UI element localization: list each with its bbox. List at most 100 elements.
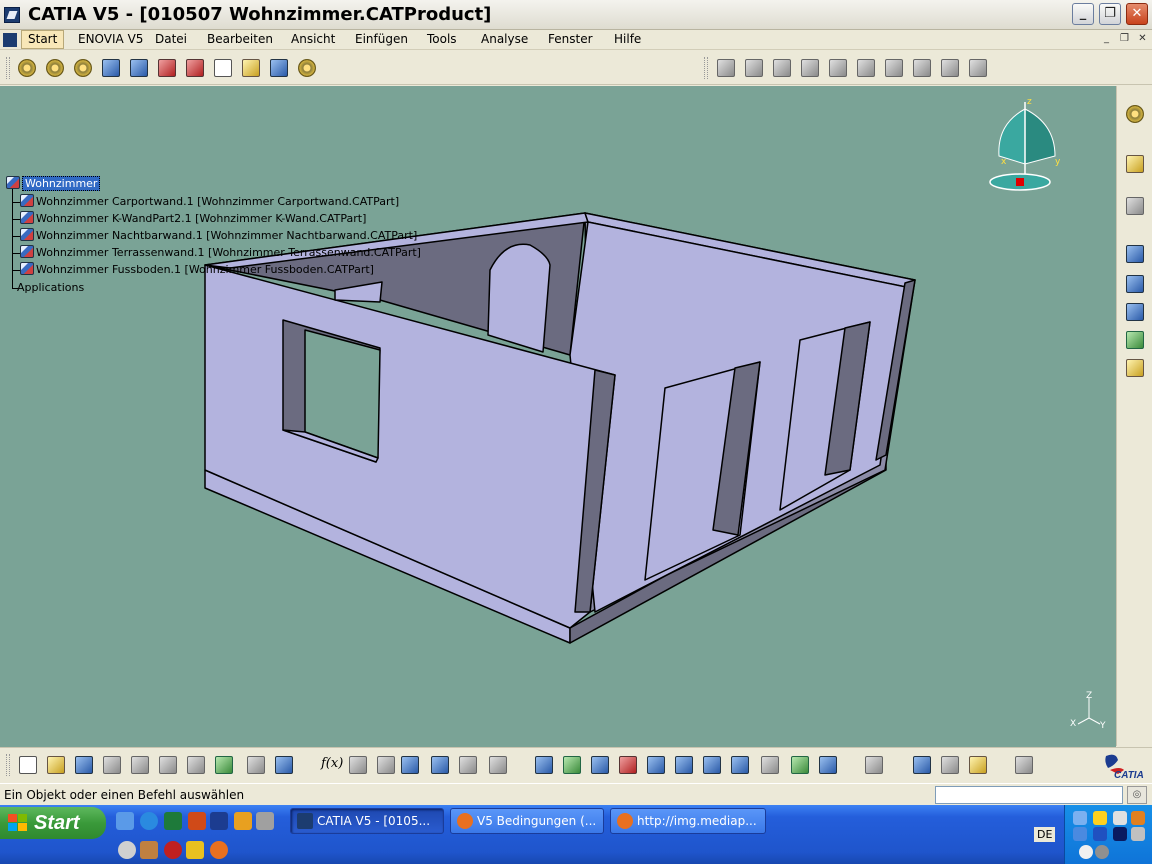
print-icon[interactable] [100, 753, 124, 777]
cut-icon[interactable] [128, 753, 152, 777]
menu-tools[interactable]: Tools [427, 32, 457, 46]
menu-analyse[interactable]: Analyse [481, 32, 528, 46]
selective-load-icon[interactable] [239, 56, 263, 80]
language-indicator[interactable]: DE [1034, 827, 1056, 842]
document-icon[interactable] [3, 33, 17, 47]
undo-icon[interactable] [212, 753, 236, 777]
mdi-close-button[interactable]: ✕ [1136, 33, 1149, 46]
tree-root-label[interactable]: Wohnzimmer [22, 176, 101, 191]
taskbar-catia[interactable]: CATIA V5 - [0105... [290, 808, 444, 834]
snap-icon[interactable] [742, 56, 766, 80]
catalog-browser-icon[interactable] [1123, 242, 1147, 266]
select-arrow-icon[interactable] [1123, 152, 1147, 176]
measure-between-icon[interactable] [1123, 272, 1147, 296]
save-icon[interactable] [72, 753, 96, 777]
menu-start[interactable]: Start [21, 30, 65, 49]
update-icon[interactable] [938, 56, 962, 80]
angle-constraint-icon[interactable] [910, 56, 934, 80]
update-tray-icon[interactable] [1131, 827, 1145, 841]
replace-component-icon[interactable] [155, 56, 179, 80]
tree-item-nachtbarwand[interactable]: Wohnzimmer Nachtbarwand.1 [Wohnzimmer Na… [20, 228, 417, 244]
swap-visible-space-icon[interactable] [816, 753, 840, 777]
tree-root[interactable]: Wohnzimmer [6, 176, 101, 192]
copy-icon[interactable] [156, 753, 180, 777]
comment-icon[interactable] [346, 753, 370, 777]
generate-numbering-icon[interactable] [211, 56, 235, 80]
contact-constraint-icon[interactable] [854, 56, 878, 80]
lock-icon[interactable] [456, 753, 480, 777]
coincidence-constraint-icon[interactable] [826, 56, 850, 80]
tree-item-k-wand[interactable]: Wohnzimmer K-WandPart2.1 [Wohnzimmer K-W… [20, 211, 366, 227]
alert-tray-icon[interactable] [1131, 811, 1145, 825]
3d-model-view[interactable] [0, 86, 1116, 747]
3d-viewport[interactable]: Wohnzimmer Wohnzimmer Carportwand.1 [Woh… [0, 86, 1116, 747]
toolbar-grip[interactable] [704, 57, 708, 79]
new-product-icon[interactable] [71, 56, 95, 80]
table-icon[interactable] [398, 753, 422, 777]
formula-icon[interactable]: f(x) [318, 753, 343, 777]
hide-show-icon[interactable] [788, 753, 812, 777]
app-quicklaunch-icon[interactable] [140, 841, 158, 859]
mdi-restore-button[interactable]: ❐ [1118, 33, 1131, 46]
powerpoint-icon[interactable] [188, 812, 206, 830]
view-mode-icon[interactable] [758, 753, 782, 777]
pan-icon[interactable] [588, 753, 612, 777]
inertia-icon[interactable] [966, 753, 990, 777]
manage-representations-icon[interactable] [267, 56, 291, 80]
offset-constraint-icon[interactable] [882, 56, 906, 80]
measure-item-icon[interactable] [1123, 300, 1147, 324]
menu-bearbeiten[interactable]: Bearbeiten [207, 32, 273, 46]
scan-icon[interactable] [862, 753, 886, 777]
word-icon[interactable] [210, 812, 228, 830]
menu-einfuegen[interactable]: Einfügen [355, 32, 408, 46]
selection-trap-icon[interactable] [1123, 194, 1147, 218]
new-part-icon[interactable] [99, 56, 123, 80]
network-tray-icon[interactable] [1073, 811, 1087, 825]
new-component-icon[interactable] [43, 56, 67, 80]
show-desktop-icon[interactable] [116, 812, 134, 830]
tree-item-terrassenwand[interactable]: Wohnzimmer Terrassenwand.1 [Wohnzimmer T… [20, 245, 421, 261]
keyboard-tray-icon[interactable] [1093, 827, 1107, 841]
hierarchy-icon[interactable] [428, 753, 452, 777]
mdi-minimize-button[interactable]: _ [1100, 33, 1113, 46]
redo-icon[interactable] [244, 753, 268, 777]
knowledge-icon[interactable] [374, 753, 398, 777]
minimize-button[interactable]: _ [1072, 3, 1094, 25]
usb-tray-icon[interactable] [1079, 845, 1093, 859]
tree-item-applications[interactable]: Applications [17, 280, 84, 296]
zoom-in-icon[interactable] [644, 753, 668, 777]
catia-app-icon[interactable] [4, 7, 20, 23]
info-tray-icon[interactable] [1113, 827, 1127, 841]
security-tray-icon[interactable] [1093, 811, 1107, 825]
multi-instantiation-icon[interactable] [295, 56, 319, 80]
update-all-icon[interactable] [1012, 753, 1036, 777]
menu-ansicht[interactable]: Ansicht [291, 32, 335, 46]
zoom-out-icon[interactable] [672, 753, 696, 777]
manipulation-icon[interactable] [714, 56, 738, 80]
measure-inertia-icon[interactable] [1123, 328, 1147, 352]
clash-icon[interactable] [938, 753, 962, 777]
media-icon[interactable] [234, 812, 252, 830]
paste-icon[interactable] [184, 753, 208, 777]
fly-mode-icon[interactable] [532, 753, 556, 777]
new-document-icon[interactable] [16, 753, 40, 777]
product-structure-icon[interactable] [15, 56, 39, 80]
network-icon[interactable] [256, 812, 274, 830]
existing-component-icon[interactable] [127, 56, 151, 80]
firefox-quicklaunch-icon[interactable] [210, 841, 228, 859]
graph-tree-reordering-icon[interactable] [183, 56, 207, 80]
measure-icon[interactable] [910, 753, 934, 777]
excel-icon[interactable] [164, 812, 182, 830]
command-history-icon[interactable]: ◎ [1127, 786, 1147, 804]
taskbar-mediap[interactable]: http://img.mediap... [610, 808, 766, 834]
command-input[interactable] [935, 786, 1123, 804]
speaker-tray-icon[interactable] [1095, 845, 1109, 859]
fit-all-icon[interactable] [560, 753, 584, 777]
quick-view-icon[interactable] [728, 753, 752, 777]
toolbar-grip[interactable] [6, 754, 10, 776]
opera-icon[interactable] [164, 841, 182, 859]
maximize-button[interactable]: ❐ [1099, 3, 1121, 25]
start-button[interactable]: Start [0, 807, 106, 839]
compass-icon[interactable]: z x y [985, 94, 1065, 194]
apply-material-icon[interactable] [1123, 356, 1147, 380]
